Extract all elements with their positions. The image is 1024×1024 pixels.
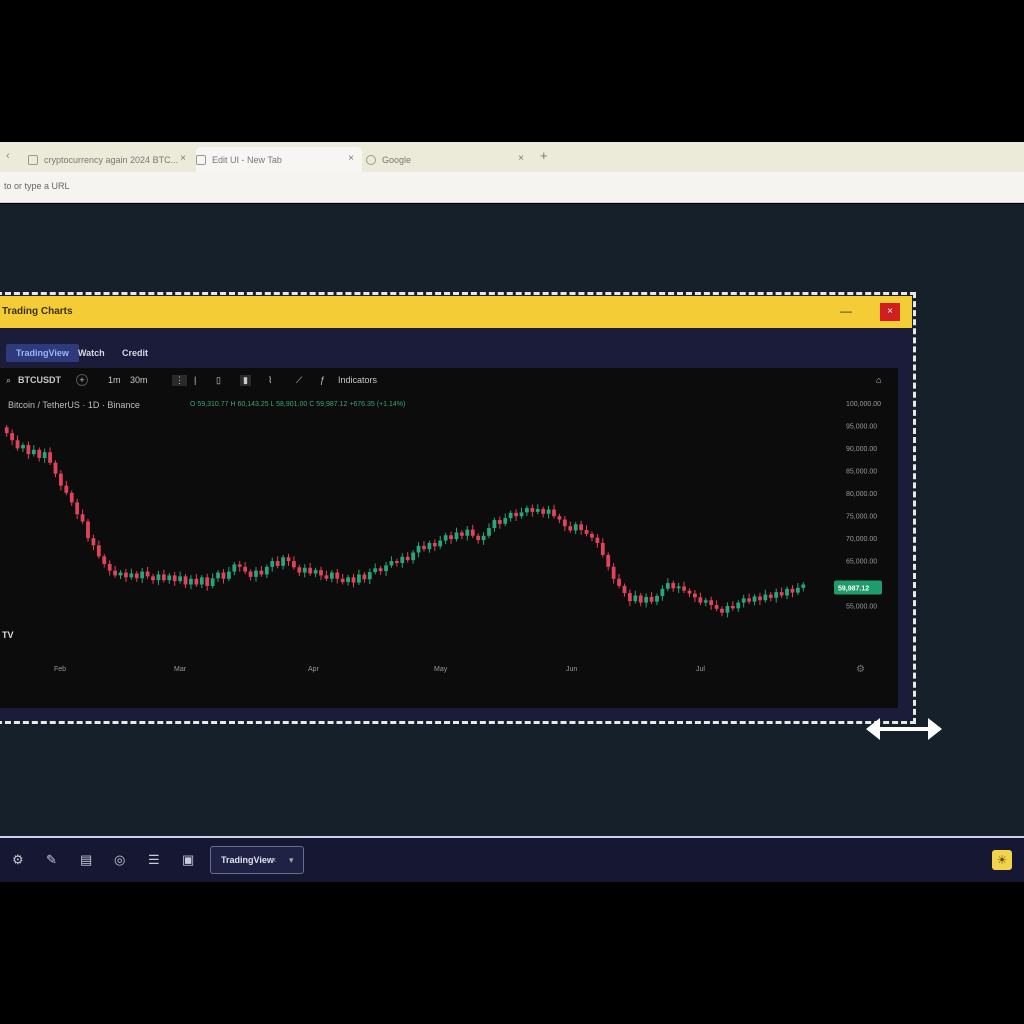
close-icon[interactable]: × (180, 153, 186, 164)
browser-tab-2[interactable]: Edit UI - New Tab × (196, 147, 362, 172)
tab-title: Edit UI - New Tab (212, 154, 282, 165)
page-icon (196, 154, 206, 165)
tab-title: cryptocurrency again 2024 BTC... (44, 154, 179, 165)
new-tab-button[interactable]: + (540, 148, 548, 163)
close-icon[interactable]: × (518, 153, 524, 164)
close-icon[interactable]: × (271, 855, 276, 865)
browser-tab-3[interactable]: Google × (366, 147, 532, 172)
globe-icon[interactable]: ◎ (114, 852, 125, 868)
tab-title: Google (382, 154, 412, 165)
resize-arrow-icon[interactable] (866, 716, 942, 742)
browser-tab-1[interactable]: cryptocurrency again 2024 BTC... × (28, 147, 194, 172)
taskbar-app-label: TradingView (221, 855, 274, 865)
address-bar[interactable]: to or type a URL (0, 172, 1024, 203)
edit-icon[interactable]: ✎ (46, 852, 57, 868)
google-icon (366, 154, 376, 165)
settings-icon[interactable]: ⚙ (12, 852, 24, 868)
taskbar: ⚙ ✎ ▤ ◎ ☰ ▣ TradingView × ▾ ☀ (0, 836, 1024, 882)
close-icon[interactable]: × (348, 153, 354, 164)
selection-outline (0, 292, 916, 724)
address-placeholder: to or type a URL (4, 181, 70, 191)
list-icon[interactable]: ☰ (148, 852, 160, 868)
stack-icon[interactable]: ▤ (80, 852, 92, 868)
page-icon (28, 154, 38, 165)
chevron-down-icon[interactable]: ▾ (289, 855, 294, 866)
notification-icon[interactable]: ☀ (992, 850, 1012, 870)
browser-tab-bar: ‹ cryptocurrency again 2024 BTC... × Edi… (0, 142, 1024, 172)
back-icon[interactable]: ‹ (6, 150, 10, 162)
window-icon[interactable]: ▣ (182, 852, 194, 868)
taskbar-app-tradingview[interactable]: TradingView × ▾ (210, 846, 304, 874)
